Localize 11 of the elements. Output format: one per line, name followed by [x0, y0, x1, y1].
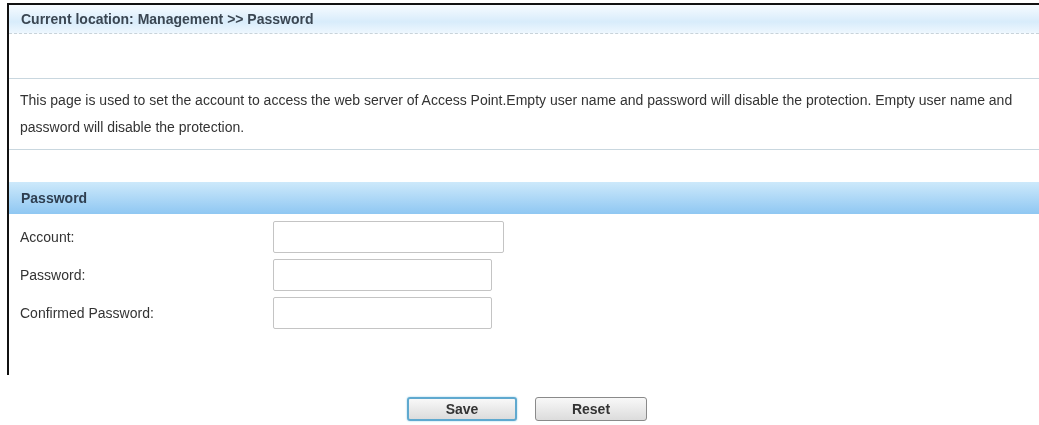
field-label: Account:	[20, 229, 76, 245]
description-text: This page is used to set the account to access the web server of Access Point.Empty user name and password will disable the protection. Empty user name and password will disable the protection.	[9, 79, 1039, 150]
input-field[interactable]	[273, 221, 504, 253]
input-field[interactable]	[273, 259, 492, 291]
field-label: Password:	[20, 267, 87, 283]
input-field[interactable]	[273, 297, 492, 329]
field-label: Confirmed Password:	[20, 305, 155, 321]
reset-button[interactable]: Reset	[535, 397, 647, 421]
breadcrumb: Current location: Management >> Password	[21, 11, 314, 27]
save-button[interactable]: Save	[407, 397, 517, 421]
section-title: Password	[21, 190, 88, 206]
